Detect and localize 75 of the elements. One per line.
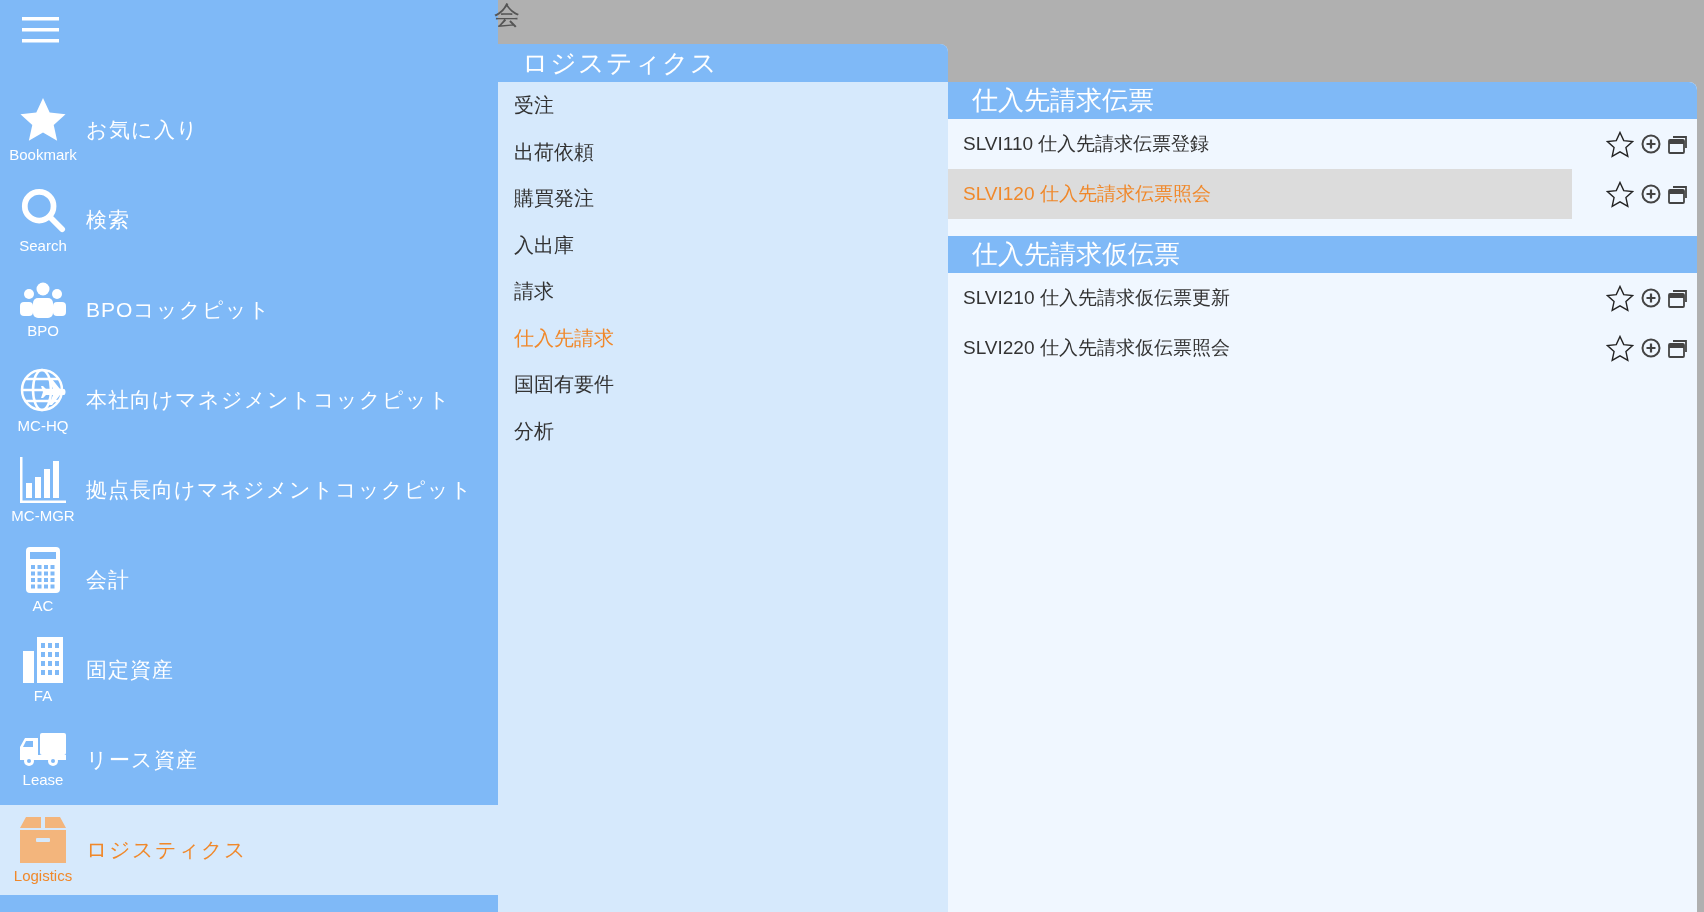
category-item[interactable]: 分析 [498, 407, 948, 454]
menu-label: リース資産 [86, 747, 198, 774]
star-icon [20, 97, 66, 142]
icon-caption: Lease [22, 770, 64, 788]
sidebar-item[interactable]: FA 固定資産 [0, 625, 498, 715]
plus-circle-button[interactable] [1641, 184, 1661, 204]
windows-icon [1668, 134, 1689, 154]
plus-circle-icon [1641, 134, 1661, 154]
category-item[interactable]: 出荷依頼 [498, 128, 948, 175]
panel-header: ロジスティクス [498, 44, 948, 82]
windows-button[interactable] [1668, 288, 1689, 308]
menu-label: 検索 [86, 207, 130, 234]
building-icon [23, 636, 63, 683]
category-item[interactable]: 受注 [498, 82, 948, 129]
icon-caption: Bookmark [9, 145, 77, 163]
sidebar-item[interactable]: AC 会計 [0, 535, 498, 625]
menu-label: お気に入り [86, 117, 199, 144]
group-header: 仕入先請求伝票 [948, 82, 1697, 119]
calculator-icon [26, 546, 60, 593]
windows-button[interactable] [1668, 184, 1689, 204]
star-button[interactable] [1606, 284, 1634, 312]
windows-icon [1668, 338, 1689, 358]
menu-label: BPOコックピット [86, 297, 272, 324]
plus-circle-icon [1641, 184, 1661, 204]
icon-caption: Search [19, 236, 67, 254]
category-item[interactable]: 入出庫 [498, 221, 948, 268]
icon-caption: Logistics [13, 866, 73, 884]
category-item[interactable]: 請求 [498, 268, 948, 315]
people-icon [20, 281, 66, 318]
star-icon [1606, 284, 1634, 312]
star-icon [1606, 180, 1634, 208]
menu-label: ロジスティクス [86, 837, 247, 864]
program-link[interactable]: SLVI210 仕入先請求仮伝票更新 [948, 273, 1572, 323]
search-icon [20, 186, 66, 233]
category-item[interactable]: 購買発注 [498, 175, 948, 222]
icon-caption: FA [33, 686, 53, 704]
sidebar-item[interactable]: BPO BPOコックピット [0, 265, 498, 355]
plus-circle-icon [1641, 338, 1661, 358]
menu-label: 固定資産 [86, 657, 174, 684]
program-link[interactable]: SLVI110 仕入先請求伝票登録 [948, 119, 1572, 169]
plus-circle-button[interactable] [1641, 338, 1661, 358]
star-button[interactable] [1606, 334, 1634, 362]
group-header: 仕入先請求仮伝票 [948, 236, 1697, 273]
sidebar-item[interactable]: MC-MGR 拠点長向けマネジメントコックピット [0, 445, 498, 535]
sidebar-item[interactable]: Logistics ロジスティクス [0, 805, 498, 895]
sidebar-item[interactable]: Lease リース資産 [0, 715, 498, 805]
icon-caption: MC-HQ [17, 416, 69, 434]
category-item[interactable]: 仕入先請求 [498, 314, 948, 361]
star-button[interactable] [1606, 180, 1634, 208]
menu-label: 会計 [86, 567, 130, 594]
menu-label: 拠点長向けマネジメントコックピット [86, 477, 473, 504]
menu-label: 本社向けマネジメントコックピット [86, 387, 451, 414]
windows-button[interactable] [1668, 338, 1689, 358]
icon-caption: MC-MGR [11, 506, 75, 524]
program-link[interactable]: SLVI120 仕入先請求伝票照会 [948, 169, 1572, 219]
plus-circle-button[interactable] [1641, 288, 1661, 308]
sidebar-item[interactable]: Bookmark お気に入り [0, 85, 498, 175]
box-icon [20, 816, 66, 863]
windows-icon [1668, 184, 1689, 204]
sidebar-item[interactable]: MC-HQ 本社向けマネジメントコックピット [0, 355, 498, 445]
sidebar-item[interactable]: Search 検索 [0, 175, 498, 265]
category-item[interactable]: 国固有要件 [498, 361, 948, 408]
icon-caption: BPO [27, 321, 59, 339]
windows-icon [1668, 288, 1689, 308]
truck-icon [20, 732, 66, 767]
star-icon [1606, 130, 1634, 158]
plus-circle-icon [1641, 288, 1661, 308]
star-icon [1606, 334, 1634, 362]
globe-plane-icon [20, 366, 66, 413]
bar-chart-icon [20, 456, 66, 503]
program-link[interactable]: SLVI220 仕入先請求仮伝票照会 [948, 323, 1572, 373]
plus-circle-button[interactable] [1641, 134, 1661, 154]
icon-caption: AC [32, 596, 54, 614]
windows-button[interactable] [1668, 134, 1689, 154]
star-button[interactable] [1606, 130, 1634, 158]
